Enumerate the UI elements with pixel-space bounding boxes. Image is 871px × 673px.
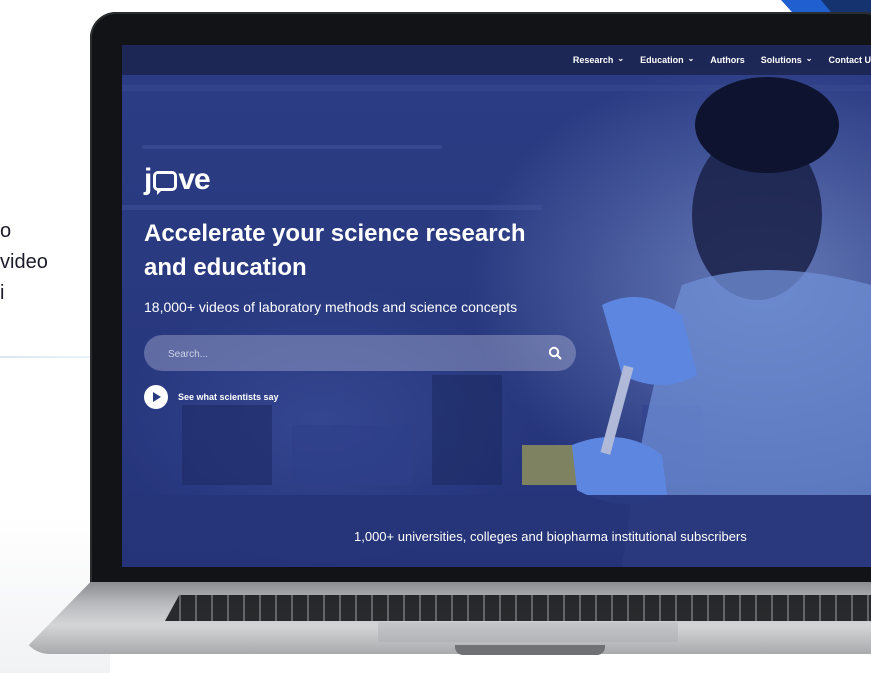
search-input[interactable] <box>166 335 530 373</box>
play-icon <box>153 392 161 402</box>
jove-logo[interactable]: j ve <box>144 163 211 197</box>
top-navbar: Research ⌄ Education ⌄ Authors Solutions… <box>122 45 871 75</box>
nav-item-contact[interactable]: Contact U <box>829 55 871 65</box>
nav-item-education[interactable]: Education ⌄ <box>640 54 695 66</box>
chevron-down-icon: ⌄ <box>617 54 625 63</box>
nav-label-research: Research <box>572 55 614 65</box>
nav-label-contact: Contact U <box>828 55 871 65</box>
nav-label-authors: Authors <box>710 55 745 65</box>
nav-menu: Research ⌄ Education ⌄ Authors Solutions… <box>573 45 871 75</box>
logo-text-suffix: ve <box>178 163 210 196</box>
laptop-trackpad <box>378 622 678 642</box>
nav-item-solutions[interactable]: Solutions ⌄ <box>760 54 813 66</box>
see-scientists-say-link[interactable]: See what scientists say <box>144 385 279 409</box>
hero-subheading: 18,000+ videos of laboratory methods and… <box>144 299 518 315</box>
chevron-down-icon: ⌄ <box>687 54 695 63</box>
left-text-line-2: video <box>0 251 48 273</box>
left-text-line-3: i <box>0 282 5 304</box>
nav-item-authors[interactable]: Authors <box>710 55 745 65</box>
search-bar <box>144 335 576 373</box>
nav-item-research[interactable]: Research ⌄ <box>572 54 625 66</box>
search-icon[interactable] <box>548 346 562 360</box>
play-button-icon[interactable] <box>144 385 168 409</box>
left-text-line-1: o <box>0 220 12 242</box>
see-scientists-say-label: See what scientists say <box>178 392 279 402</box>
laptop-screen: Research ⌄ Education ⌄ Authors Solutions… <box>122 45 871 567</box>
subscribers-text: 1,000+ universities, colleges and biopha… <box>354 529 747 544</box>
nav-label-education: Education <box>640 55 684 65</box>
chevron-down-icon: ⌄ <box>805 54 813 63</box>
hero-headline: Accelerate your science research and edu… <box>144 220 526 281</box>
logo-text-prefix: j <box>144 163 152 196</box>
laptop-keyboard <box>165 595 871 621</box>
left-page-text: o video i <box>0 216 48 309</box>
speech-bubble-icon <box>153 171 178 195</box>
nav-label-solutions: Solutions <box>760 55 802 65</box>
laptop-front-notch <box>455 645 605 655</box>
